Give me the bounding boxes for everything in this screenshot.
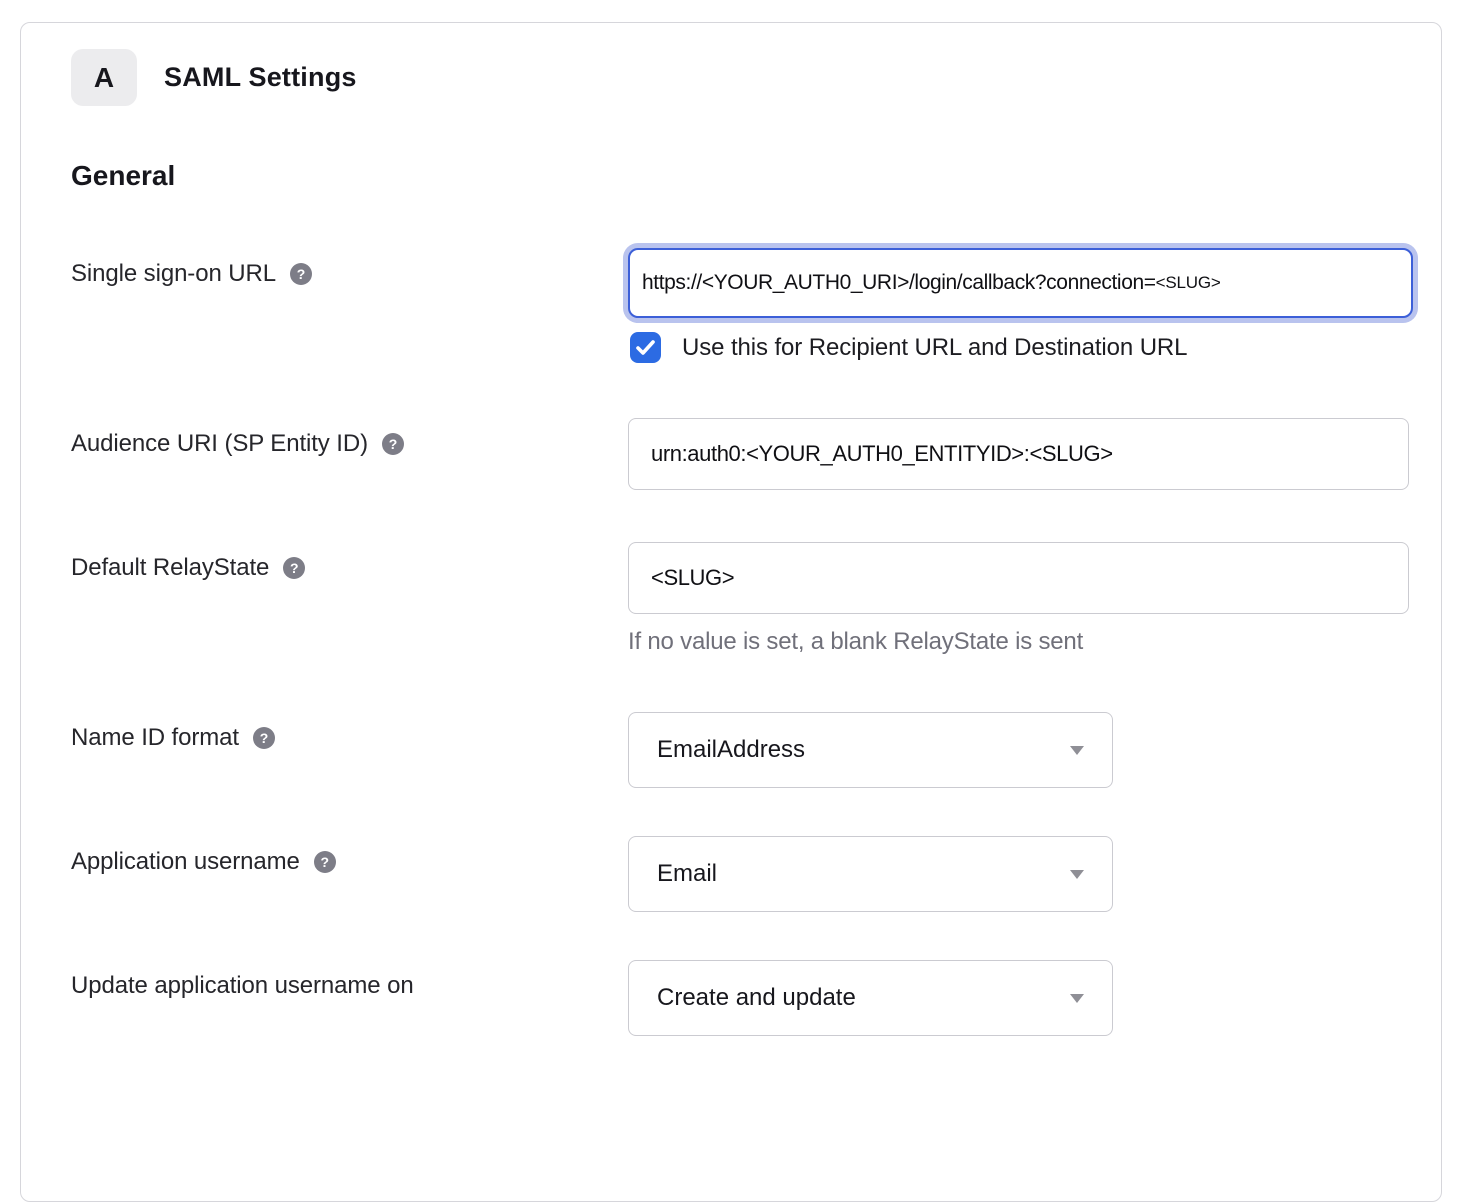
recipient-url-checkbox-row: Use this for Recipient URL and Destinati… (628, 332, 1413, 363)
sso-url-slug: <SLUG> (1156, 273, 1221, 293)
field-row-relay-state: Default RelayState? <SLUG> If no value i… (71, 542, 1441, 656)
recipient-url-checkbox-label[interactable]: Use this for Recipient URL and Destinati… (682, 334, 1187, 362)
application-username-value: Email (657, 860, 717, 888)
saml-settings-panel: A SAML Settings General Single sign-on U… (20, 22, 1442, 1202)
sso-url-label: Single sign-on URL (71, 260, 276, 287)
checkmark-icon (636, 340, 655, 355)
audience-uri-input[interactable]: urn:auth0:<YOUR_AUTH0_ENTITYID>:<SLUG> (628, 418, 1409, 490)
application-username-label: Application username (71, 848, 300, 875)
help-icon[interactable]: ? (283, 557, 305, 579)
field-row-sso: Single sign-on URL? https://<YOUR_AUTH0_… (71, 248, 1441, 363)
caret-down-icon (1070, 994, 1084, 1003)
name-id-format-label: Name ID format (71, 724, 239, 751)
sso-url-input[interactable]: https://<YOUR_AUTH0_URI>/login/callback?… (628, 248, 1413, 318)
help-icon[interactable]: ? (382, 433, 404, 455)
help-icon[interactable]: ? (253, 727, 275, 749)
application-username-select[interactable]: Email (628, 836, 1113, 912)
field-row-application-username: Application username? Email (71, 836, 1441, 912)
audience-uri-value: urn:auth0:<YOUR_AUTH0_ENTITYID>:<SLUG> (651, 441, 1113, 467)
update-application-username-select[interactable]: Create and update (628, 960, 1113, 1036)
relay-state-helper-text: If no value is set, a blank RelayState i… (628, 628, 1409, 656)
section-title-general: General (71, 160, 1441, 192)
saml-settings-form: Single sign-on URL? https://<YOUR_AUTH0_… (71, 248, 1441, 1036)
panel-header: A SAML Settings (71, 49, 1441, 106)
caret-down-icon (1070, 746, 1084, 755)
relay-state-label: Default RelayState (71, 554, 269, 581)
sso-url-value: https://<YOUR_AUTH0_URI>/login/callback?… (642, 271, 1156, 295)
field-row-audience: Audience URI (SP Entity ID)? urn:auth0:<… (71, 418, 1441, 490)
name-id-format-select[interactable]: EmailAddress (628, 712, 1113, 788)
name-id-format-value: EmailAddress (657, 736, 805, 764)
relay-state-input[interactable]: <SLUG> (628, 542, 1409, 614)
caret-down-icon (1070, 870, 1084, 879)
recipient-url-checkbox[interactable] (630, 332, 661, 363)
relay-state-value: <SLUG> (651, 565, 734, 591)
help-icon[interactable]: ? (314, 851, 336, 873)
audience-uri-label: Audience URI (SP Entity ID) (71, 430, 368, 457)
update-application-username-label: Update application username on (71, 972, 414, 999)
update-application-username-value: Create and update (657, 984, 856, 1012)
field-row-update-application-username: Update application username on Create an… (71, 960, 1441, 1036)
field-row-name-id-format: Name ID format? EmailAddress (71, 712, 1441, 788)
help-icon[interactable]: ? (290, 263, 312, 285)
panel-title: SAML Settings (164, 62, 357, 93)
step-badge: A (71, 49, 137, 106)
